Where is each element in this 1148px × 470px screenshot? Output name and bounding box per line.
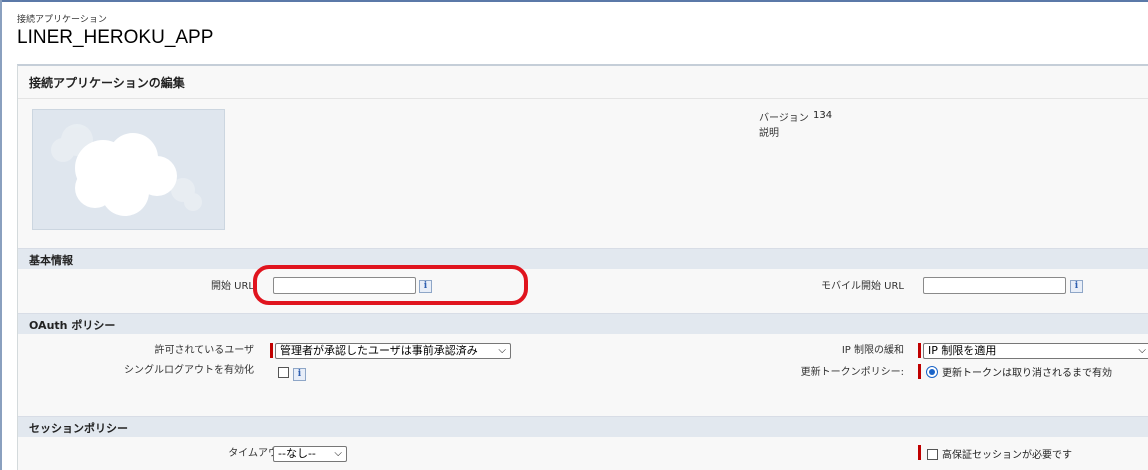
ip-relax-select[interactable]: IP 制限を適用 ⌵ — [923, 343, 1148, 359]
section-oauth-policy: OAuth ポリシー — [18, 313, 1148, 334]
permitted-users-select[interactable]: 管理者が承認したユーザは事前承認済み ⌵ — [275, 343, 511, 359]
single-logout-checkbox[interactable] — [278, 367, 289, 378]
chevron-down-icon: ⌵ — [498, 345, 506, 356]
mobile-start-url-input[interactable] — [923, 277, 1066, 294]
chevron-down-icon: ⌵ — [334, 448, 342, 459]
version-value: 134 — [813, 110, 833, 121]
permitted-users-label: 許可されているユーザ — [154, 345, 255, 356]
single-logout-label: シングルログアウトを有効化 — [124, 365, 254, 376]
section-session-title: セッションポリシー — [29, 422, 128, 435]
description-label: 説明 — [759, 128, 779, 139]
panel-divider — [18, 98, 1148, 99]
info-icon[interactable]: i — [293, 368, 306, 381]
start-url-label: 開始 URL — [210, 281, 254, 292]
info-icon[interactable]: i — [1070, 280, 1083, 293]
page-kicker: 接続アプリケーション — [17, 15, 107, 25]
section-basic-info: 基本情報 — [18, 248, 1148, 269]
high-assurance-checkbox[interactable] — [927, 449, 938, 460]
cloud-icon — [51, 124, 202, 216]
window-left-edge — [0, 0, 2, 470]
refresh-token-label: 更新トークンポリシー: — [800, 367, 904, 378]
required-marker — [918, 445, 921, 460]
mobile-start-url-label: モバイル開始 URL — [820, 281, 904, 292]
window-top-edge — [0, 0, 1148, 2]
timeout-select[interactable]: --なし-- ⌵ — [273, 446, 347, 462]
required-marker — [270, 343, 273, 358]
section-oauth-title: OAuth ポリシー — [29, 319, 116, 332]
refresh-token-radio[interactable] — [926, 366, 938, 378]
page: 接続アプリケーション LINER_HEROKU_APP 接続アプリケーションの編… — [0, 0, 1148, 470]
section-basic-title: 基本情報 — [29, 254, 73, 267]
chevron-down-icon: ⌵ — [1138, 345, 1146, 356]
cloud-logo — [32, 109, 225, 230]
ip-relax-label: IP 制限の緩和 — [841, 345, 904, 356]
timeout-value: --なし-- — [278, 447, 316, 460]
refresh-token-option: 更新トークンは取り消されるまで有効 — [942, 368, 1112, 379]
section-session-policy: セッションポリシー — [18, 416, 1148, 437]
highlight-annotation — [253, 265, 528, 305]
required-marker — [918, 343, 921, 358]
high-assurance-label: 高保証セッションが必要です — [942, 450, 1072, 461]
ip-relax-value: IP 制限を適用 — [928, 344, 997, 357]
page-header: 接続アプリケーション LINER_HEROKU_APP — [17, 14, 213, 50]
required-marker — [918, 364, 921, 379]
panel-title: 接続アプリケーションの編集 — [29, 76, 185, 90]
permitted-users-value: 管理者が承認したユーザは事前承認済み — [280, 344, 478, 357]
edit-panel: 接続アプリケーションの編集 バージョン 134 説明 基本情報 開始 URL i… — [17, 64, 1148, 470]
page-title: LINER_HEROKU_APP — [17, 27, 214, 48]
version-label: バージョン — [759, 113, 809, 124]
